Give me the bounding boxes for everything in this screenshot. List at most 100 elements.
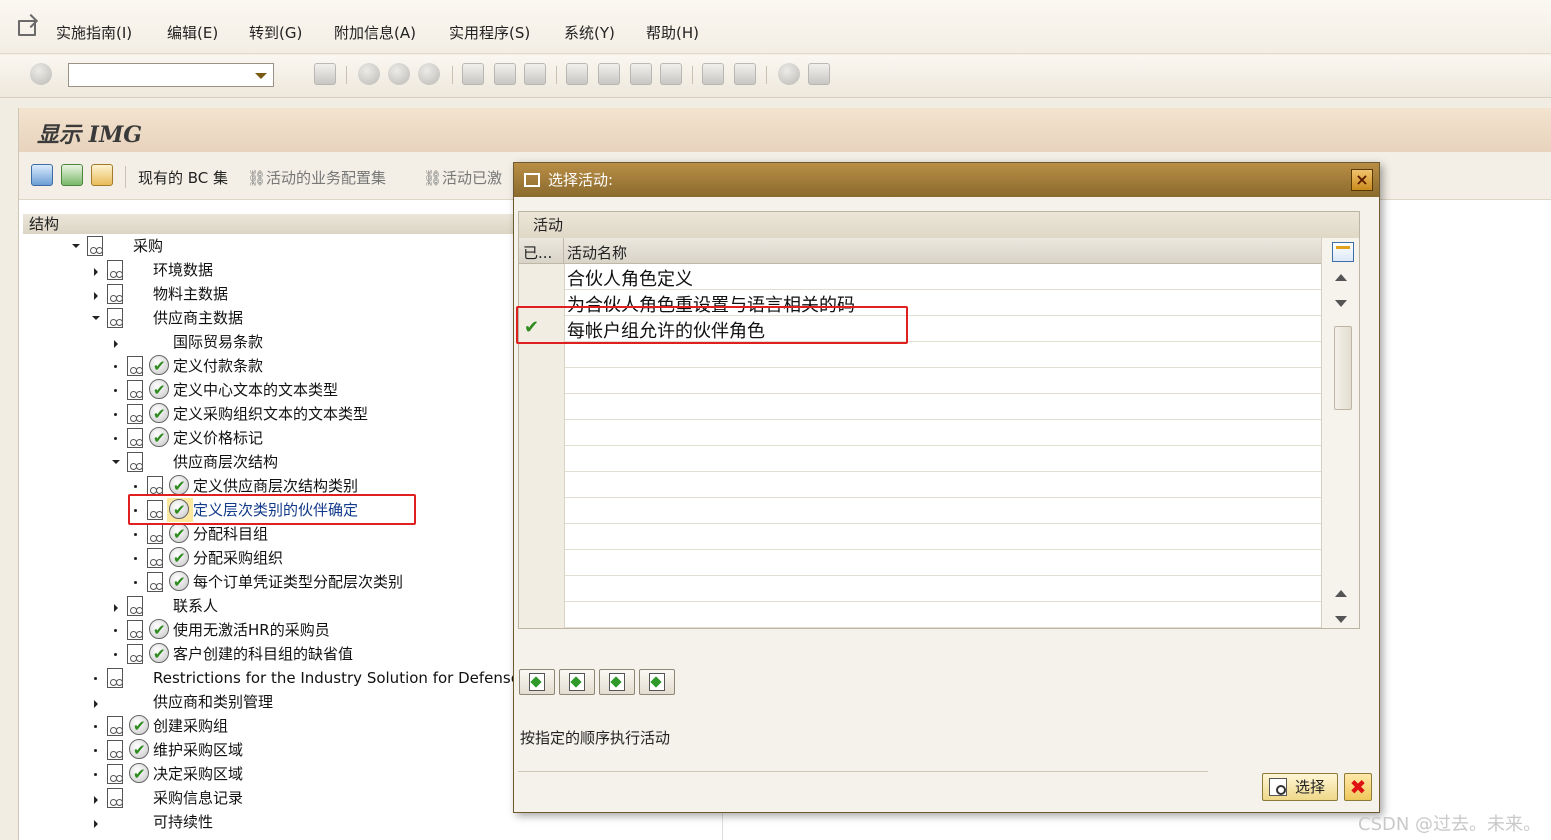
row-selector[interactable] bbox=[519, 264, 565, 290]
documentation-icon[interactable] bbox=[127, 380, 143, 400]
documentation-icon[interactable] bbox=[107, 668, 123, 688]
documentation-icon[interactable] bbox=[91, 164, 113, 186]
documentation-icon[interactable] bbox=[107, 716, 123, 736]
row-selector[interactable] bbox=[519, 420, 565, 446]
tree-node-label[interactable]: 采购信息记录 bbox=[153, 786, 243, 810]
back-icon[interactable] bbox=[358, 63, 380, 85]
tree-node-label[interactable]: Restrictions for the Industry Solution f… bbox=[153, 666, 520, 690]
column-header-done[interactable]: 已... bbox=[523, 242, 552, 263]
execute-icon[interactable] bbox=[149, 354, 169, 378]
documentation-icon[interactable] bbox=[127, 452, 143, 472]
layout-icon[interactable] bbox=[808, 63, 830, 85]
tree-node-label[interactable]: 分配采购组织 bbox=[193, 546, 283, 570]
scroll-up-icon[interactable] bbox=[1335, 274, 1347, 281]
scroll-thumb[interactable] bbox=[1334, 326, 1352, 410]
documentation-icon[interactable] bbox=[107, 284, 123, 304]
prev-page-icon[interactable] bbox=[598, 63, 620, 85]
collapse-icon[interactable] bbox=[72, 244, 80, 248]
tree-node-label[interactable]: 每个订单凭证类型分配层次类别 bbox=[193, 570, 403, 594]
menu-goto[interactable]: 转到(G) bbox=[249, 22, 302, 43]
documentation-icon[interactable] bbox=[147, 476, 163, 496]
expand-all-icon[interactable] bbox=[31, 164, 53, 186]
tree-node-label[interactable]: 分配科目组 bbox=[193, 522, 268, 546]
tree-node-label[interactable]: 客户创建的科目组的缺省值 bbox=[173, 642, 353, 666]
tree-node-label[interactable]: 定义中心文本的文本类型 bbox=[173, 378, 338, 402]
table-row[interactable] bbox=[519, 368, 1321, 394]
table-row[interactable] bbox=[519, 498, 1321, 524]
find-next-icon[interactable] bbox=[524, 63, 546, 85]
menu-extras[interactable]: 附加信息(A) bbox=[334, 22, 416, 43]
chevron-down-icon[interactable] bbox=[255, 73, 267, 79]
documentation-icon[interactable] bbox=[127, 356, 143, 376]
table-row[interactable] bbox=[519, 420, 1321, 446]
tree-node-label[interactable]: 维护采购区域 bbox=[153, 738, 243, 762]
table-row[interactable] bbox=[519, 342, 1321, 368]
cancel-icon[interactable] bbox=[418, 63, 440, 85]
tree-node-label[interactable]: 联系人 bbox=[173, 594, 218, 618]
tree-node-label[interactable]: 环境数据 bbox=[153, 258, 213, 282]
tree-node-label[interactable]: 供应商主数据 bbox=[153, 306, 243, 330]
execute-icon[interactable] bbox=[169, 474, 189, 498]
tree-node-label[interactable]: 定义价格标记 bbox=[173, 426, 263, 450]
row-selector[interactable] bbox=[519, 602, 565, 628]
expand-icon[interactable] bbox=[114, 340, 118, 348]
tree-node-label[interactable]: 物料主数据 bbox=[153, 282, 228, 306]
expand-icon[interactable] bbox=[94, 796, 98, 804]
table-row[interactable] bbox=[519, 576, 1321, 602]
scroll-down-icon[interactable] bbox=[1335, 616, 1347, 623]
row-selector[interactable] bbox=[519, 394, 565, 420]
tree-node-label[interactable]: 国际贸易条款 bbox=[173, 330, 263, 354]
tree-node-label[interactable]: 供应商和类别管理 bbox=[153, 690, 273, 714]
scroll-down-icon[interactable] bbox=[1335, 300, 1347, 307]
choose-button[interactable]: 选择 bbox=[1262, 773, 1338, 801]
documentation-icon[interactable] bbox=[107, 740, 123, 760]
expand-icon[interactable] bbox=[94, 292, 98, 300]
tree-node-label[interactable]: 供应商层次结构 bbox=[173, 450, 278, 474]
table-row[interactable] bbox=[519, 446, 1321, 472]
layout-config-icon[interactable] bbox=[1332, 242, 1354, 262]
documentation-icon[interactable] bbox=[127, 620, 143, 640]
row-selector[interactable] bbox=[519, 368, 565, 394]
tree-node-label[interactable]: 可持续性 bbox=[153, 810, 213, 834]
expand-icon[interactable] bbox=[94, 820, 98, 828]
move-to-bottom-button[interactable] bbox=[639, 669, 675, 695]
menu-edit[interactable]: 编辑(E) bbox=[167, 22, 218, 43]
exit-icon[interactable] bbox=[388, 63, 410, 85]
menu-system[interactable]: 系统(Y) bbox=[564, 22, 615, 43]
row-selector[interactable] bbox=[519, 446, 565, 472]
cancel-icon[interactable]: ✖ bbox=[1344, 773, 1372, 801]
save-icon[interactable] bbox=[314, 63, 336, 85]
activated-button[interactable]: ⛓活动已激 bbox=[423, 167, 502, 188]
row-selector[interactable] bbox=[519, 498, 565, 524]
shortcut-icon[interactable] bbox=[734, 63, 756, 85]
close-icon[interactable]: × bbox=[1351, 169, 1373, 191]
tree-node-label[interactable]: 使用无激活HR的采购员 bbox=[173, 618, 330, 642]
row-selector[interactable] bbox=[519, 576, 565, 602]
execute-icon[interactable] bbox=[149, 426, 169, 450]
scroll-up-icon[interactable] bbox=[1335, 590, 1347, 597]
documentation-icon[interactable] bbox=[87, 236, 103, 256]
table-row[interactable] bbox=[519, 524, 1321, 550]
documentation-icon[interactable] bbox=[147, 572, 163, 592]
tree-node-label[interactable]: 采购 bbox=[133, 234, 163, 258]
tree-node-label[interactable]: 定义采购组织文本的文本类型 bbox=[173, 402, 368, 426]
row-selector[interactable] bbox=[519, 550, 565, 576]
documentation-icon[interactable] bbox=[127, 596, 143, 616]
activity-name[interactable]: 合伙人角色定义 bbox=[567, 265, 693, 291]
existing-bc-sets-button[interactable]: 现有的 BC 集 bbox=[138, 167, 228, 188]
execute-icon[interactable] bbox=[149, 378, 169, 402]
print-icon[interactable] bbox=[462, 63, 484, 85]
table-row[interactable] bbox=[519, 550, 1321, 576]
move-to-top-button[interactable] bbox=[519, 669, 555, 695]
row-selector[interactable] bbox=[519, 342, 565, 368]
table-row[interactable] bbox=[519, 472, 1321, 498]
execute-icon[interactable] bbox=[129, 762, 149, 786]
tree-node-label[interactable]: 定义付款条款 bbox=[173, 354, 263, 378]
execute-icon[interactable] bbox=[149, 402, 169, 426]
menu-implementation-guide[interactable]: 实施指南(I) bbox=[56, 22, 132, 43]
documentation-icon[interactable] bbox=[127, 428, 143, 448]
tree-node-label[interactable]: 决定采购区域 bbox=[153, 762, 243, 786]
help-icon[interactable] bbox=[778, 63, 800, 85]
row-selector[interactable] bbox=[519, 524, 565, 550]
menu-utilities[interactable]: 实用程序(S) bbox=[449, 22, 530, 43]
